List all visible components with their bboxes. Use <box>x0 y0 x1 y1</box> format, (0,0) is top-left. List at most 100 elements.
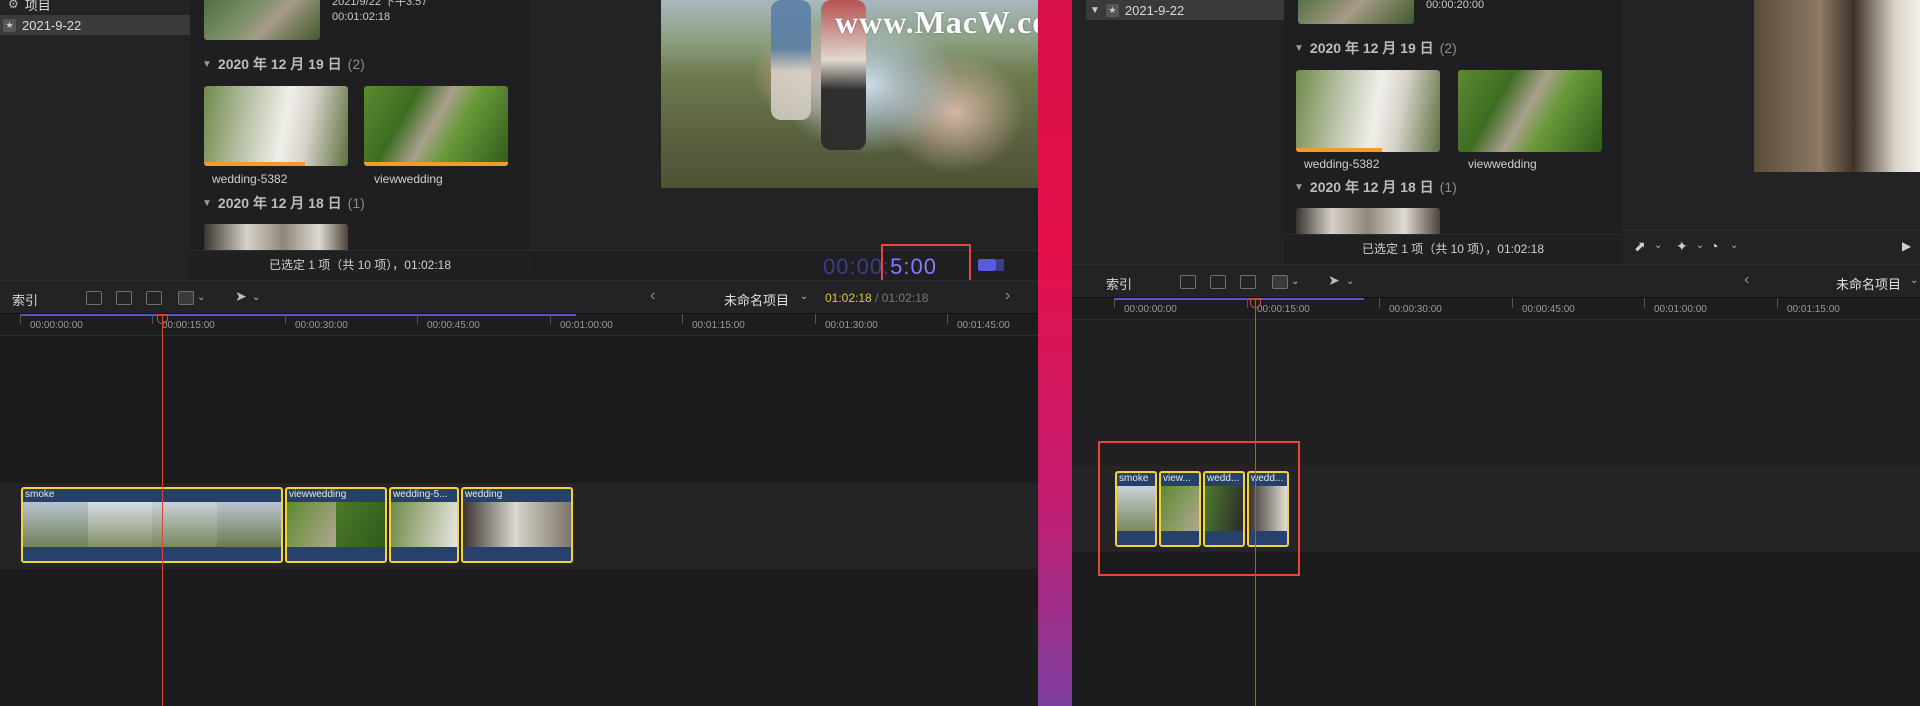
split-divider <box>1038 0 1072 706</box>
select-tool-icon[interactable]: ➤ <box>1328 272 1340 289</box>
library-sidebar: ▼ ★ 2021-9-22 <box>1072 0 1284 264</box>
media-browser: 2021/9/22 下午3:57 00:01:02:18 ▼ 2020 年 12… <box>190 0 530 280</box>
gear-icon: ⚙ <box>8 0 19 11</box>
clip-thumbnail-top[interactable] <box>204 0 320 40</box>
play-icon[interactable]: ▶ <box>1902 239 1911 253</box>
date-label: 2020 年 12 月 18 日 <box>217 195 342 211</box>
date-group-header[interactable]: ▼ 2020 年 12 月 18 日 (1) <box>1294 177 1457 197</box>
video-preview[interactable] <box>1754 0 1920 172</box>
connect-clip-icon[interactable] <box>86 291 102 305</box>
chevron-down-icon[interactable]: ⌄ <box>1910 275 1918 286</box>
chevron-down-icon[interactable]: ⌄ <box>1654 240 1662 251</box>
watermark: www.MacW.com <box>835 4 1038 40</box>
viewer: www.MacW.com <box>530 0 1038 280</box>
date-group-header[interactable]: ▼ 2020 年 12 月 18 日 (1) <box>202 193 365 213</box>
chevron-down-icon[interactable]: ⌄ <box>252 292 260 303</box>
person-figure <box>771 0 811 120</box>
clip-thumbnail-viewwedding[interactable] <box>1458 70 1602 152</box>
playhead[interactable] <box>1255 298 1256 706</box>
clip-thumbnail-top[interactable] <box>1298 0 1414 24</box>
sidebar-item-label: 项目 <box>24 0 51 13</box>
audio-strip <box>463 547 571 561</box>
media-browser: 00:00:20:00 ▼ 2020 年 12 月 19 日 (2) weddi… <box>1284 0 1622 264</box>
disclosure-triangle-icon[interactable]: ▼ <box>202 198 212 209</box>
clip-name: wedding-5382 <box>212 172 288 186</box>
magic-wand-icon[interactable]: ✦ <box>1676 238 1688 255</box>
viewer-toolbar: ⬈ ⌄ ✦ ⌄ ◔ ⌄ ▶ <box>1622 230 1920 264</box>
disclosure-triangle-icon[interactable]: ▼ <box>1294 182 1304 193</box>
clip-name: viewwedding <box>1468 157 1537 171</box>
timeline-ruler[interactable]: 00:00:00:00 00:00:15:00 00:00:30:00 00:0… <box>1072 298 1920 320</box>
clip-name: wedding-5382 <box>1304 157 1380 171</box>
selection-status: 已选定 1 项（共 10 项），01:02:18 <box>268 258 452 272</box>
insert-clip-icon[interactable] <box>116 291 132 305</box>
timeline-clip-wedding-5[interactable]: wedding-5... <box>389 487 459 563</box>
sidebar-item-label: 2021-9-22 <box>1124 2 1185 18</box>
sidebar-item-label: 2021-9-22 <box>22 17 82 33</box>
star-icon: ★ <box>1105 3 1119 17</box>
timeline[interactable]: smoke viewwedding wedding-5... wedding <box>0 336 1038 706</box>
clip-duration: 00:00:20:00 <box>1426 0 1485 11</box>
timecode-mode-icon[interactable] <box>978 259 996 271</box>
disclosure-triangle-icon[interactable]: ▼ <box>1294 43 1304 54</box>
speedometer-icon[interactable]: ◔ <box>1710 238 1718 254</box>
timeline-clip-wedding[interactable]: wedding <box>461 487 573 563</box>
chevron-down-icon[interactable]: ⌄ <box>1291 276 1299 287</box>
project-name[interactable]: 未命名项目 <box>724 290 789 309</box>
timeline-ruler[interactable]: 00:00:00:00 00:00:15:00 00:00:30:00 00:0… <box>0 314 1038 336</box>
clip-thumbnail-wedding-5382[interactable] <box>204 86 348 166</box>
date-group-header[interactable]: ▼ 2020 年 12 月 19 日 (2) <box>202 54 365 74</box>
chevron-down-icon[interactable]: ⌄ <box>1346 276 1354 287</box>
chevron-down-icon[interactable]: ⌄ <box>1696 240 1704 251</box>
insert-clip-icon[interactable] <box>1210 275 1226 289</box>
clip-thumbnail-wedding-5382[interactable] <box>1296 70 1440 152</box>
chevron-down-icon[interactable]: ⌄ <box>800 291 808 302</box>
transform-icon[interactable]: ⬈ <box>1634 238 1646 255</box>
index-button[interactable]: 索引 <box>12 290 38 309</box>
select-tool-icon[interactable]: ➤ <box>235 288 247 305</box>
back-arrow-icon[interactable]: ‹ <box>650 287 655 305</box>
right-screen: ▼ ★ 2021-9-22 00:00:20:00 ▼ 2020 年 12 月 … <box>1072 0 1920 706</box>
timeline-clip-viewwedding[interactable]: viewwedding <box>285 487 387 563</box>
sidebar-item-projects[interactable]: ⚙ 项目 <box>8 0 188 14</box>
clip-thumbnail-flowers[interactable] <box>1296 208 1440 236</box>
disclosure-triangle-icon[interactable]: ▼ <box>202 59 212 70</box>
highlight-box <box>1098 441 1300 576</box>
back-arrow-icon[interactable]: ‹ <box>1744 271 1749 289</box>
viewer <box>1622 0 1920 264</box>
date-count: (2) <box>1439 40 1457 56</box>
browser-status-bar: 已选定 1 项（共 10 项），01:02:18 <box>1284 234 1622 262</box>
chevron-down-icon[interactable]: ⌄ <box>1730 240 1738 251</box>
date-count: (1) <box>347 195 365 211</box>
sidebar-item-event[interactable]: ▼ ★ 2021-9-22 <box>1086 0 1284 20</box>
disclosure-triangle-icon[interactable]: ▼ <box>1090 5 1100 16</box>
overwrite-clip-icon[interactable] <box>1272 275 1288 289</box>
browser-status-bar: 已选定 1 项（共 10 项），01:02:18 <box>190 250 530 278</box>
connect-clip-icon[interactable] <box>1180 275 1196 289</box>
append-clip-icon[interactable] <box>146 291 162 305</box>
playhead[interactable] <box>162 314 163 706</box>
clip-date: 2021/9/22 下午3:57 <box>332 0 428 8</box>
timeline-toolbar: 索引 ⌄ ➤ ⌄ ‹ 未命名项目 ⌄ 01:02:18 / 01:02:18 › <box>0 280 1038 314</box>
date-group-header[interactable]: ▼ 2020 年 12 月 19 日 (2) <box>1294 38 1457 58</box>
clip-name: viewwedding <box>374 172 443 186</box>
date-count: (2) <box>347 56 365 72</box>
selection-status: 已选定 1 项（共 10 项），01:02:18 <box>1361 242 1545 256</box>
sidebar-item-event[interactable]: ★ 2021-9-22 <box>0 15 190 35</box>
clip-duration: 00:01:02:18 <box>332 11 391 23</box>
range-indicator <box>20 314 576 316</box>
date-label: 2020 年 12 月 18 日 <box>1309 179 1434 195</box>
audio-strip <box>391 547 457 561</box>
timeline-clip-smoke[interactable]: smoke <box>21 487 283 563</box>
chevron-down-icon[interactable]: ⌄ <box>197 292 205 303</box>
overwrite-clip-icon[interactable] <box>178 291 194 305</box>
clip-thumbnail-viewwedding[interactable] <box>364 86 508 166</box>
append-clip-icon[interactable] <box>1240 275 1256 289</box>
project-name[interactable]: 未命名项目 <box>1836 274 1901 293</box>
library-sidebar: ⚙ 项目 ★ 2021-9-22 <box>0 0 190 280</box>
timecode-mode-icon-secondary <box>996 259 1004 271</box>
clip-meta: 2021/9/22 下午3:57 00:01:02:18 <box>332 0 427 25</box>
forward-arrow-icon[interactable]: › <box>1005 287 1010 305</box>
index-button[interactable]: 索引 <box>1106 274 1132 293</box>
date-count: (1) <box>1439 179 1457 195</box>
